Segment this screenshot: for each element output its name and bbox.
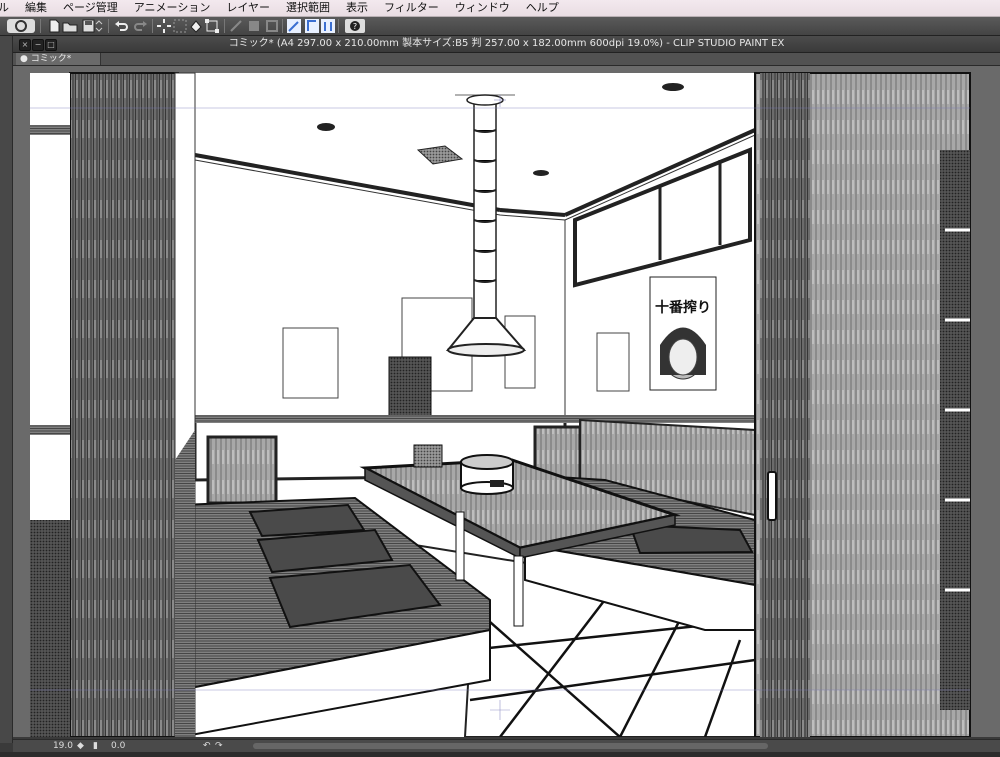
menu-help[interactable]: ヘルプ xyxy=(518,0,567,16)
left-panel-edge[interactable] xyxy=(0,36,13,743)
menu-window[interactable]: ウィンドウ xyxy=(447,0,518,16)
status-bar: 19.0 ◆ ▮ 0.0 ↶ ↷ xyxy=(13,739,1000,753)
new-file-icon[interactable] xyxy=(46,18,62,34)
ruler-icon[interactable] xyxy=(304,18,320,34)
menu-file[interactable]: ル xyxy=(0,0,17,16)
svg-text:?: ? xyxy=(353,22,357,31)
command-bar: ? xyxy=(0,17,1000,36)
menu-selection[interactable]: 選択範囲 xyxy=(278,0,338,16)
manga-illustration-canvas[interactable]: 十番搾り xyxy=(13,66,1000,737)
fill-layer-icon[interactable] xyxy=(246,18,262,34)
tab-comic-document[interactable]: ● コミック* xyxy=(16,53,101,65)
redo-icon[interactable] xyxy=(132,18,148,34)
menu-filter[interactable]: フィルター xyxy=(376,0,447,16)
select-icon[interactable] xyxy=(172,18,188,34)
menu-page-management[interactable]: ページ管理 xyxy=(55,0,126,16)
border-icon[interactable] xyxy=(264,18,280,34)
document-tab-bar: ● コミック* xyxy=(13,53,1000,66)
snap-icon[interactable] xyxy=(320,18,336,34)
undo-icon[interactable] xyxy=(114,18,130,34)
loading-icon[interactable] xyxy=(156,18,172,34)
menu-view[interactable]: 表示 xyxy=(338,0,376,16)
poster-text: 十番搾り xyxy=(655,299,711,316)
dock-edge xyxy=(0,752,1000,757)
transform-icon[interactable] xyxy=(204,18,220,34)
app-logo-icon[interactable] xyxy=(6,18,36,34)
menu-animation[interactable]: アニメーション xyxy=(126,0,219,16)
menu-bar: ル 編集 ページ管理 アニメーション レイヤー 選択範囲 表示 フィルター ウィ… xyxy=(0,0,1000,17)
window-title: コミック* (A4 297.00 x 210.00mm 製本サイズ:B5 判 2… xyxy=(228,38,785,49)
fill-icon[interactable] xyxy=(188,18,204,34)
menu-layer[interactable]: レイヤー xyxy=(218,0,278,16)
save-options-chevron-icon[interactable] xyxy=(94,18,104,34)
document-window-titlebar[interactable]: × − □ コミック* (A4 297.00 x 210.00mm 製本サイズ:… xyxy=(13,36,1000,53)
canvas-workspace[interactable]: 十番搾り xyxy=(13,66,1000,737)
open-file-icon[interactable] xyxy=(62,18,78,34)
menu-edit[interactable]: 編集 xyxy=(17,0,55,16)
clear-icon[interactable] xyxy=(228,18,244,34)
pen-icon[interactable] xyxy=(286,18,302,34)
help-icon[interactable]: ? xyxy=(344,18,366,34)
horizontal-scrollbar[interactable] xyxy=(253,743,768,749)
